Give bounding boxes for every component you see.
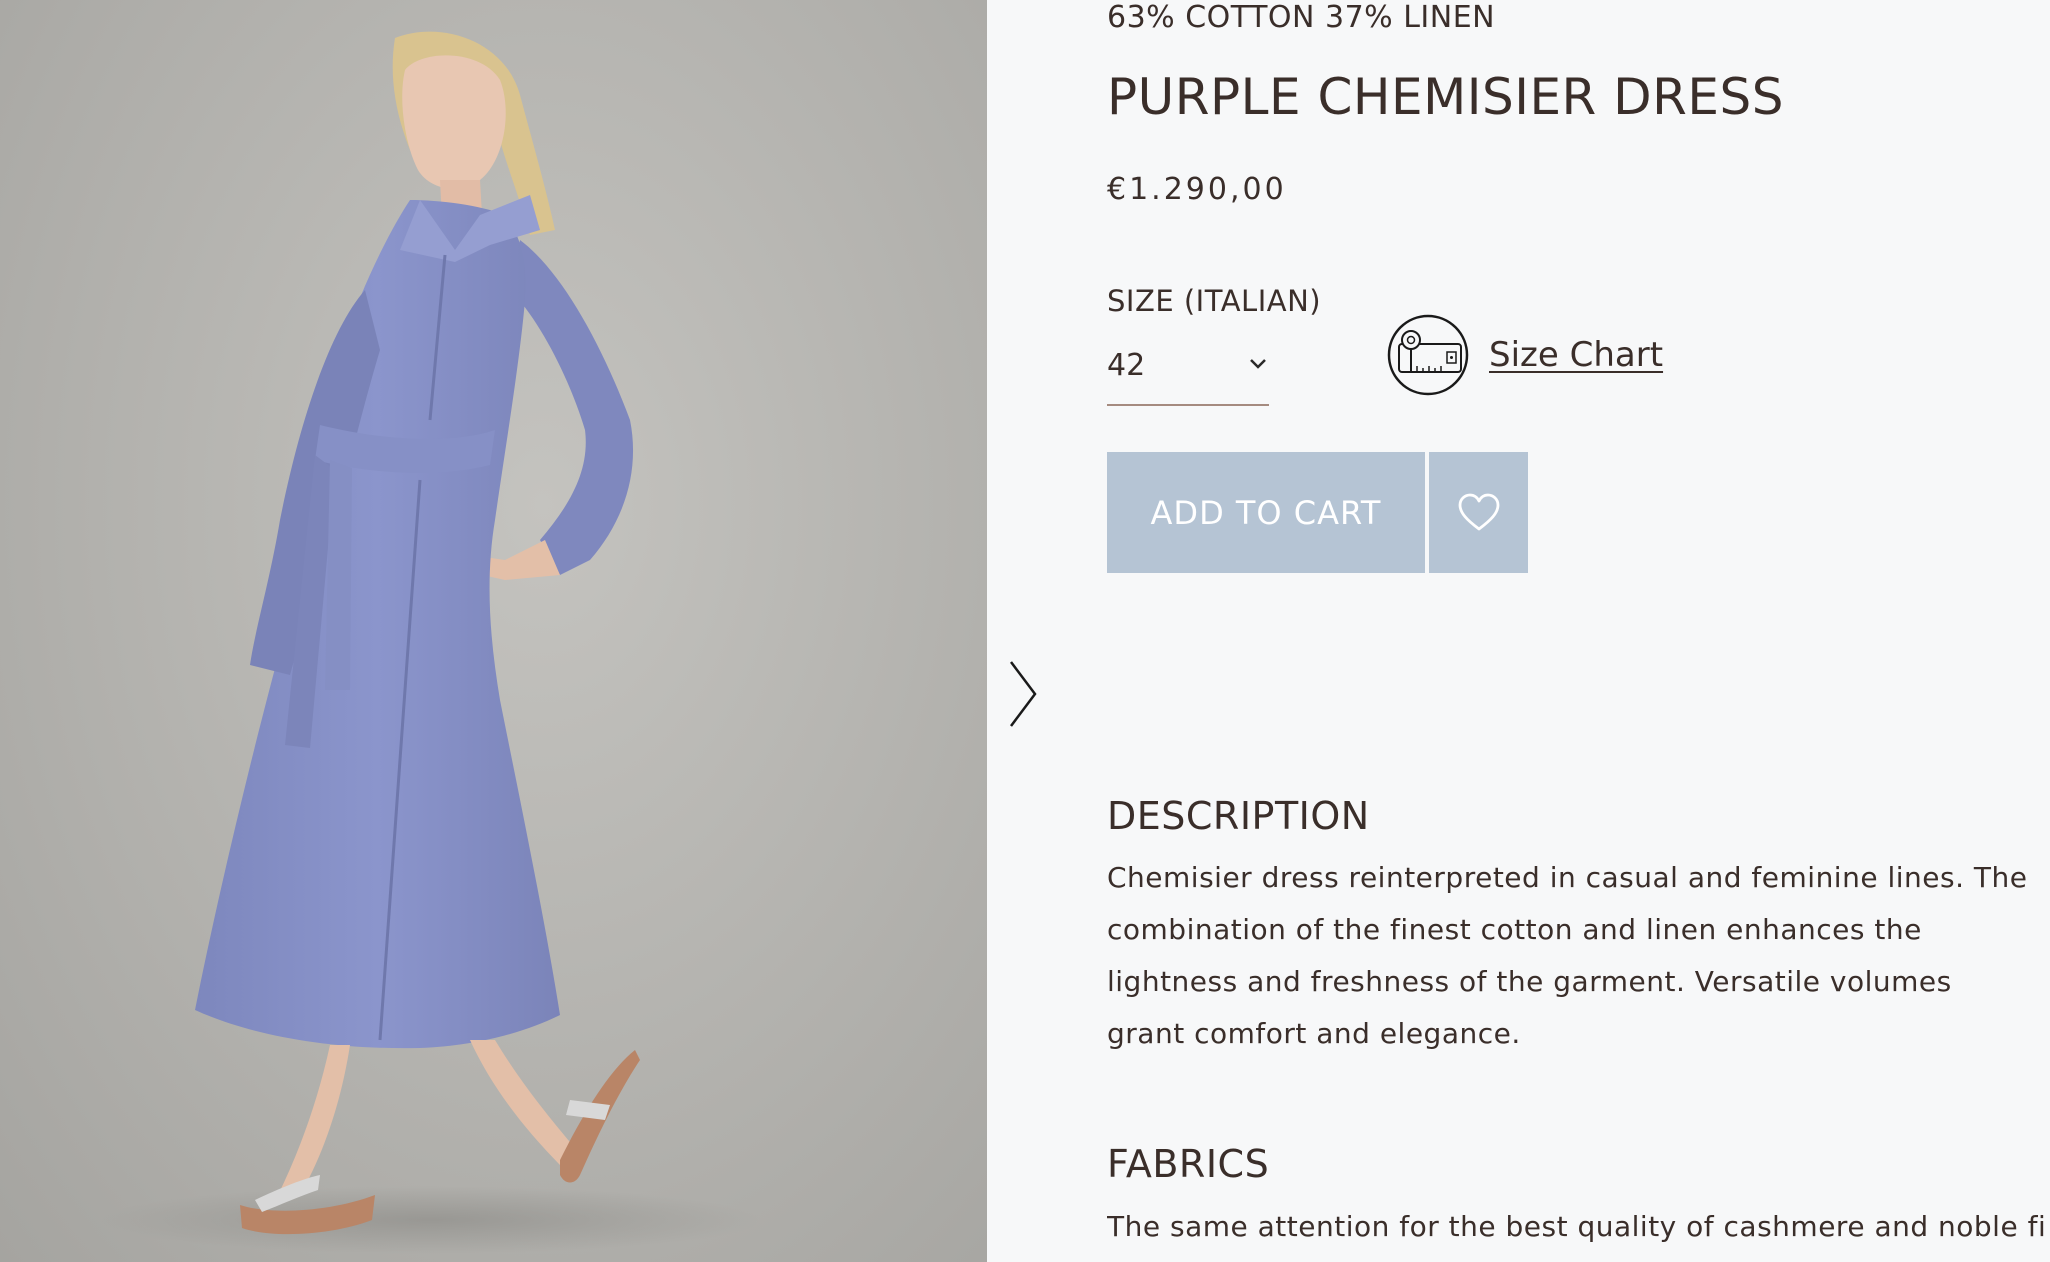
product-page: 63% COTTON 37% LINEN PURPLE CHEMISIER DR…	[0, 0, 2050, 1262]
size-selected-value: 42	[1107, 348, 1146, 383]
product-title: PURPLE CHEMISIER DRESS	[1107, 68, 1784, 126]
fabrics-heading: FABRICS	[1107, 1142, 1270, 1186]
chevron-down-icon	[1250, 359, 1266, 369]
size-dropdown[interactable]: 42	[1107, 338, 1269, 406]
description-heading: DESCRIPTION	[1107, 794, 1370, 838]
product-image[interactable]	[0, 0, 987, 1262]
product-composition: 63% COTTON 37% LINEN	[1107, 0, 1496, 35]
fabrics-text: The same attention for the best quality …	[1107, 1210, 2047, 1243]
carousel-next-button[interactable]	[1003, 658, 1043, 730]
measuring-tape-icon	[1387, 314, 1469, 396]
size-chart-label: Size Chart	[1489, 335, 1664, 375]
heart-outline-icon	[1458, 493, 1499, 530]
chevron-right-icon	[1010, 661, 1037, 727]
size-chart-link[interactable]: Size Chart	[1387, 314, 1663, 396]
add-to-cart-button[interactable]: ADD TO CART	[1107, 452, 1425, 573]
wishlist-button[interactable]	[1429, 452, 1528, 573]
product-price: €1.290,00	[1107, 172, 1287, 207]
description-text: Chemisier dress reinterpreted in casual …	[1107, 861, 2028, 1050]
product-photo-illustration	[100, 31, 760, 1254]
size-label: SIZE (ITALIAN)	[1107, 284, 1322, 318]
